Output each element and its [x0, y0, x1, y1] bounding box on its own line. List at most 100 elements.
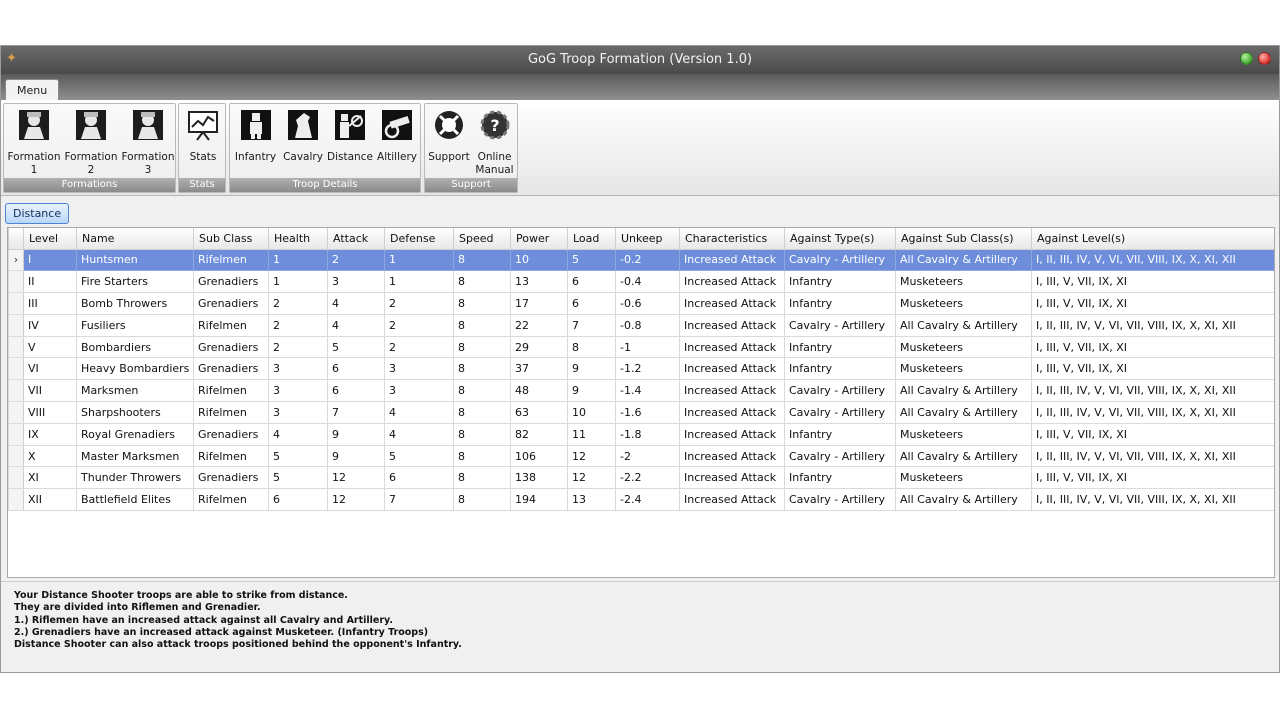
table-cell[interactable]: 82	[510, 422, 568, 446]
maximize-button[interactable]	[1240, 52, 1253, 65]
table-cell[interactable]: IX	[23, 422, 77, 446]
table-cell[interactable]: 8	[453, 444, 511, 468]
table-cell[interactable]: 1	[384, 248, 454, 272]
table-cell[interactable]: Increased Attack	[679, 379, 785, 403]
table-cell[interactable]: 6	[567, 292, 616, 315]
table-cell[interactable]: Sharpshooters	[76, 401, 194, 424]
table-cell[interactable]: IV	[23, 313, 77, 337]
tab-distance[interactable]: Distance	[5, 203, 70, 224]
table-cell[interactable]: 13	[510, 270, 568, 294]
table-cell[interactable]: 8	[453, 270, 511, 294]
table-cell[interactable]: Cavalry - Artillery	[784, 401, 896, 424]
table-cell[interactable]: 8	[453, 357, 511, 381]
infantry-button[interactable]: Infantry	[232, 108, 279, 164]
row-selector-cell[interactable]	[8, 292, 24, 315]
table-cell[interactable]: 106	[510, 444, 568, 468]
table-cell[interactable]: 2	[384, 292, 454, 315]
column-header[interactable]: Sub Class	[193, 228, 269, 250]
table-cell[interactable]: 3	[384, 357, 454, 381]
table-cell[interactable]: -1	[615, 335, 680, 359]
table-cell[interactable]: Cavalry - Artillery	[784, 248, 896, 272]
row-selector-cell[interactable]	[8, 313, 24, 337]
column-header[interactable]: Load	[567, 228, 616, 250]
table-row[interactable]: II Fire Starters Grenadiers 1 3 1 8 13 6 -0.4 Incr…	[8, 270, 1274, 294]
table-cell[interactable]: Master Marksmen	[76, 444, 194, 468]
table-cell[interactable]: I	[23, 248, 77, 272]
table-cell[interactable]: 8	[453, 488, 511, 512]
table-cell[interactable]: All Cavalry & Artillery	[895, 248, 1032, 272]
table-cell[interactable]: 8	[453, 313, 511, 337]
table-cell[interactable]: Musketeers	[895, 422, 1032, 446]
table-cell[interactable]: II	[23, 270, 77, 294]
table-cell[interactable]: Infantry	[784, 466, 896, 490]
table-cell[interactable]: 3	[327, 270, 385, 294]
table-cell[interactable]: -2.4	[615, 488, 680, 512]
row-selector-cell[interactable]	[8, 270, 24, 294]
table-cell[interactable]: All Cavalry & Artillery	[895, 444, 1032, 468]
table-cell[interactable]: Increased Attack	[679, 401, 785, 424]
table-cell[interactable]: Musketeers	[895, 466, 1032, 490]
table-cell[interactable]: 9	[327, 422, 385, 446]
row-selector-cell[interactable]	[8, 379, 24, 403]
row-selector-cell[interactable]	[8, 357, 24, 381]
table-cell[interactable]: Infantry	[784, 335, 896, 359]
table-cell[interactable]: All Cavalry & Artillery	[895, 313, 1032, 337]
table-cell[interactable]: Huntsmen	[76, 248, 194, 272]
formation-2-button[interactable]: Formation 2	[63, 108, 119, 177]
table-cell[interactable]: 8	[453, 248, 511, 272]
row-selector-cell[interactable]	[8, 422, 24, 446]
menu-tab[interactable]: Menu	[5, 79, 60, 101]
table-cell[interactable]: 1	[268, 270, 328, 294]
table-cell[interactable]: Rifelmen	[193, 444, 269, 468]
table-cell[interactable]: 6	[384, 466, 454, 490]
table-cell[interactable]: I, III, V, VII, IX, XI	[1031, 466, 1274, 490]
table-cell[interactable]: 6	[327, 357, 385, 381]
table-cell[interactable]: 8	[453, 335, 511, 359]
table-cell[interactable]: 4	[384, 401, 454, 424]
table-cell[interactable]: 11	[567, 422, 616, 446]
table-cell[interactable]: XI	[23, 466, 77, 490]
table-cell[interactable]: Battlefield Elites	[76, 488, 194, 512]
table-cell[interactable]: III	[23, 292, 77, 315]
table-cell[interactable]: Rifelmen	[193, 488, 269, 512]
row-selector-cell[interactable]	[8, 466, 24, 490]
table-cell[interactable]: Fire Starters	[76, 270, 194, 294]
table-cell[interactable]: Musketeers	[895, 270, 1032, 294]
table-cell[interactable]: 3	[268, 357, 328, 381]
table-cell[interactable]: 37	[510, 357, 568, 381]
table-cell[interactable]: 2	[384, 335, 454, 359]
column-header[interactable]: Against Type(s)	[784, 228, 896, 250]
table-cell[interactable]: 4	[327, 313, 385, 337]
table-cell[interactable]: Infantry	[784, 270, 896, 294]
table-cell[interactable]: Rifelmen	[193, 379, 269, 403]
row-selector-cell[interactable]	[8, 444, 24, 468]
table-cell[interactable]: -1.8	[615, 422, 680, 446]
formation-3-button[interactable]: Formation 3	[120, 108, 176, 177]
title-bar[interactable]: ✦ GoG Troop Formation (Version 1.0)	[1, 46, 1279, 74]
table-cell[interactable]: 5	[567, 248, 616, 272]
table-cell[interactable]: 4	[268, 422, 328, 446]
table-cell[interactable]: Marksmen	[76, 379, 194, 403]
column-header[interactable]: Defense	[384, 228, 454, 250]
table-cell[interactable]: 8	[453, 401, 511, 424]
table-cell[interactable]: Thunder Throwers	[76, 466, 194, 490]
artillery-button[interactable]: Altillery	[374, 108, 420, 164]
table-cell[interactable]: 12	[567, 466, 616, 490]
table-cell[interactable]: -1.4	[615, 379, 680, 403]
table-cell[interactable]: Increased Attack	[679, 422, 785, 446]
table-cell[interactable]: Increased Attack	[679, 335, 785, 359]
table-cell[interactable]: Bomb Throwers	[76, 292, 194, 315]
table-cell[interactable]: Infantry	[784, 357, 896, 381]
table-cell[interactable]: Increased Attack	[679, 488, 785, 512]
table-cell[interactable]: I, III, V, VII, IX, XI	[1031, 422, 1274, 446]
table-row[interactable]: VII Marksmen Rifelmen 3 6 3 8 48 9 -1.4 Increased …	[8, 379, 1274, 403]
table-cell[interactable]: 13	[567, 488, 616, 512]
row-indicator-icon[interactable]: ›	[8, 248, 24, 272]
table-cell[interactable]: 1	[268, 248, 328, 272]
table-cell[interactable]: I, II, III, IV, V, VI, VII, VIII, IX, X,…	[1031, 313, 1274, 337]
table-cell[interactable]: 5	[327, 335, 385, 359]
table-cell[interactable]: -0.6	[615, 292, 680, 315]
table-cell[interactable]: V	[23, 335, 77, 359]
table-cell[interactable]: I, II, III, IV, V, VI, VII, VIII, IX, X,…	[1031, 379, 1274, 403]
table-cell[interactable]: Bombardiers	[76, 335, 194, 359]
